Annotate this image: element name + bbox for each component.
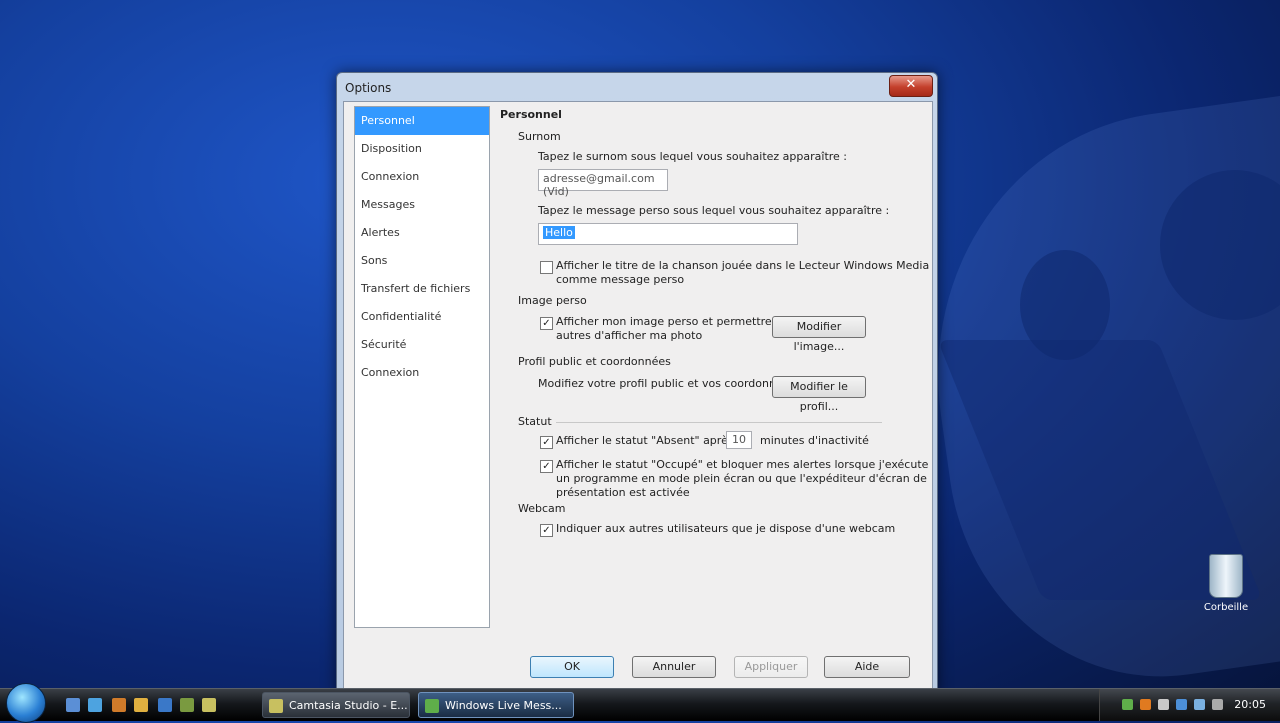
show-picture-label: Afficher mon image perso et permettre au… bbox=[556, 315, 796, 328]
sidebar-item-confidentialite[interactable]: Confidentialité bbox=[355, 303, 489, 331]
show-picture-label-2: autres d'afficher ma photo bbox=[556, 329, 703, 342]
taskbar: Camtasia Studio - E... Windows Live Mess… bbox=[0, 683, 1280, 723]
app-icon[interactable] bbox=[202, 698, 216, 712]
explorer-icon[interactable] bbox=[134, 698, 148, 712]
show-song-title-checkbox[interactable] bbox=[540, 261, 553, 274]
messenger-icon bbox=[425, 699, 439, 713]
recycle-bin-shortcut[interactable]: Corbeille bbox=[1196, 554, 1256, 613]
edit-profile-button[interactable]: Modifier le profil... bbox=[772, 376, 866, 413]
apply-button[interactable]: Appliquer bbox=[734, 656, 808, 678]
message-prompt: Tapez le message perso sous lequel vous … bbox=[538, 204, 890, 217]
options-dialog: Options ✕ Personnel Disposition Connexio… bbox=[336, 72, 938, 694]
sidebar-item-securite[interactable]: Sécurité bbox=[355, 331, 489, 359]
tray-icon[interactable] bbox=[1212, 699, 1223, 710]
section-divider bbox=[556, 422, 882, 423]
away-status-label: Afficher le statut "Absent" après bbox=[556, 434, 734, 447]
firefox-icon[interactable] bbox=[112, 698, 126, 712]
section-label-status: Statut bbox=[518, 415, 552, 428]
taskbar-item-label: Windows Live Mess... bbox=[445, 699, 562, 712]
window-title: Options bbox=[345, 81, 392, 95]
recycle-bin-icon bbox=[1209, 554, 1243, 598]
switch-windows-icon[interactable] bbox=[88, 698, 102, 712]
busy-status-checkbox[interactable]: ✓ bbox=[540, 460, 553, 473]
taskbar-item-label: Camtasia Studio - E... bbox=[289, 699, 408, 712]
page-title: Personnel bbox=[500, 108, 562, 121]
webcam-share-checkbox[interactable]: ✓ bbox=[540, 524, 553, 537]
app-icon[interactable] bbox=[180, 698, 194, 712]
away-status-checkbox[interactable]: ✓ bbox=[540, 436, 553, 449]
away-minutes-suffix: minutes d'inactivité bbox=[760, 434, 869, 447]
start-button[interactable] bbox=[6, 683, 46, 723]
dialog-client-area: Personnel Disposition Connexion Messages… bbox=[343, 101, 933, 689]
busy-status-label-2: un programme en mode plein écran ou que … bbox=[556, 472, 927, 485]
sidebar-item-disposition[interactable]: Disposition bbox=[355, 135, 489, 163]
ok-button[interactable]: OK bbox=[530, 656, 614, 678]
help-button[interactable]: Aide bbox=[824, 656, 910, 678]
network-icon[interactable] bbox=[1158, 699, 1169, 710]
sidebar-item-alertes[interactable]: Alertes bbox=[355, 219, 489, 247]
show-song-title-label-2: comme message perso bbox=[556, 273, 685, 286]
surname-input[interactable]: adresse@gmail.com (Vid) bbox=[538, 169, 668, 198]
camtasia-icon bbox=[269, 699, 283, 713]
sidebar-item-connexion[interactable]: Connexion bbox=[355, 163, 489, 191]
wallpaper-shape bbox=[1020, 250, 1110, 360]
cancel-button[interactable]: Annuler bbox=[632, 656, 716, 678]
personal-message-value: Hello bbox=[543, 226, 575, 239]
taskbar-item-messenger[interactable]: Windows Live Mess... bbox=[418, 692, 574, 718]
busy-status-label: Afficher le statut "Occupé" et bloquer m… bbox=[556, 458, 929, 471]
tray-icon[interactable] bbox=[1140, 699, 1151, 710]
change-picture-button[interactable]: Modifier l'image... bbox=[772, 316, 866, 353]
personal-message-input[interactable]: Hello bbox=[538, 223, 798, 245]
show-desktop-icon[interactable] bbox=[66, 698, 80, 712]
ie-icon[interactable] bbox=[158, 698, 172, 712]
options-category-list: Personnel Disposition Connexion Messages… bbox=[354, 106, 490, 628]
section-label-image: Image perso bbox=[518, 294, 587, 307]
show-song-title-label: Afficher le titre de la chanson jouée da… bbox=[556, 259, 930, 272]
sidebar-item-sons[interactable]: Sons bbox=[355, 247, 489, 275]
sidebar-item-connexion-2[interactable]: Connexion bbox=[355, 359, 489, 387]
section-label-surnom: Surnom bbox=[518, 130, 561, 143]
busy-status-label-3: présentation est activée bbox=[556, 486, 690, 499]
sidebar-item-personnel[interactable]: Personnel bbox=[355, 107, 489, 135]
options-content-panel: Personnel Surnom Tapez le surnom sous le… bbox=[494, 102, 929, 662]
section-label-profile: Profil public et coordonnées bbox=[518, 355, 671, 368]
system-tray: 20:05 bbox=[1099, 689, 1280, 721]
away-minutes-input[interactable]: 10 bbox=[726, 431, 752, 449]
sidebar-item-transfert[interactable]: Transfert de fichiers bbox=[355, 275, 489, 303]
volume-icon[interactable] bbox=[1176, 699, 1187, 710]
taskbar-item-camtasia[interactable]: Camtasia Studio - E... bbox=[262, 692, 410, 718]
sidebar-item-messages[interactable]: Messages bbox=[355, 191, 489, 219]
messenger-tray-icon[interactable] bbox=[1122, 699, 1133, 710]
profile-text: Modifiez votre profil public et vos coor… bbox=[538, 377, 799, 390]
section-label-webcam: Webcam bbox=[518, 502, 566, 515]
clock[interactable]: 20:05 bbox=[1234, 698, 1266, 711]
close-button[interactable]: ✕ bbox=[889, 75, 933, 97]
tray-icon[interactable] bbox=[1194, 699, 1205, 710]
close-icon: ✕ bbox=[905, 77, 917, 92]
surname-prompt: Tapez le surnom sous lequel vous souhait… bbox=[538, 150, 848, 163]
webcam-share-label: Indiquer aux autres utilisateurs que je … bbox=[556, 522, 896, 535]
recycle-bin-label: Corbeille bbox=[1203, 602, 1249, 613]
show-picture-checkbox[interactable]: ✓ bbox=[540, 317, 553, 330]
